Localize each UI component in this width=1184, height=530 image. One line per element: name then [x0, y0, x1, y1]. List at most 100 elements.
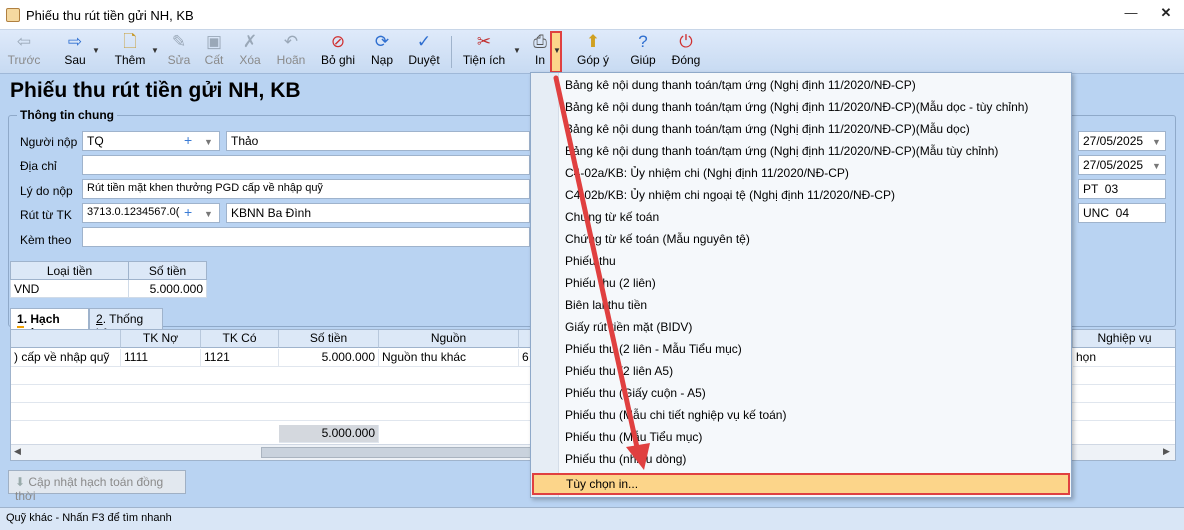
currency-cell[interactable]: VND	[10, 279, 129, 298]
unpost-icon: ⊘	[330, 32, 346, 51]
utilities-button[interactable]: ✂ Tiện ích	[461, 32, 507, 72]
next-button[interactable]: ⇨ Sau	[60, 32, 90, 72]
grid-cell-description[interactable]: ) cấp về nhập quỹ	[11, 349, 121, 367]
payer-label: Người nộp	[20, 135, 78, 149]
menu-item[interactable]: Bảng kê nội dung thanh toán/tạm ứng (Ngh…	[565, 118, 970, 140]
grid-cell-debit[interactable]: 1111	[121, 349, 201, 367]
save-button[interactable]: ▣ Cất	[201, 32, 227, 72]
down-arrow-icon: ⬇	[15, 475, 29, 489]
menu-item[interactable]: Phiếu thu (2 liên A5)	[565, 360, 673, 382]
delete-button[interactable]: ✗ Xóa	[236, 32, 264, 72]
add-button[interactable]: 🗋 Thêm	[113, 32, 147, 72]
close-button[interactable]: ⏻ Đóng	[668, 32, 704, 72]
menu-item[interactable]: Phiếu thu (Mẫu chi tiết nghiệp vụ kế toá…	[565, 404, 786, 426]
menu-item[interactable]: Phiếu thu (nhiều dòng)	[565, 448, 686, 470]
menu-item[interactable]: Chứng từ kế toán	[565, 206, 659, 228]
account-name-field[interactable]: KBNN Ba Đình	[226, 203, 530, 223]
next-dropdown-icon[interactable]: ▼	[92, 46, 100, 55]
window-title: Phiếu thu rút tiền gửi NH, KB	[26, 8, 194, 23]
grid-header-description	[11, 330, 121, 348]
grid-cell-credit[interactable]: 1121	[201, 349, 279, 367]
grid-header-credit: TK Có	[201, 330, 279, 348]
reference-number-field[interactable]: UNC 04	[1078, 203, 1166, 223]
grid-cell-operation[interactable]: họn	[1073, 349, 1175, 367]
undo-button[interactable]: ↶ Hoãn	[273, 32, 309, 72]
load-button[interactable]: ⟳ Nạp	[368, 32, 396, 72]
date2-dropdown-icon[interactable]: ▼	[1152, 161, 1161, 171]
grid-cell-amount[interactable]: 5.000.000	[279, 349, 379, 367]
help-icon: ?	[638, 32, 648, 51]
voucher-number-field[interactable]: PT 03	[1078, 179, 1166, 199]
payer-name-field[interactable]: Thảo	[226, 131, 530, 151]
title-bar: Phiếu thu rút tiền gửi NH, KB — ✕	[0, 0, 1184, 30]
add-dropdown-icon[interactable]: ▼	[151, 46, 159, 55]
status-bar: Quỹ khác - Nhấn F3 để tìm nhanh	[0, 507, 1184, 530]
save-icon: ▣	[205, 32, 223, 51]
payer-code-field[interactable]: TQ	[82, 131, 220, 151]
prev-button[interactable]: ⇦ Trước	[6, 32, 42, 72]
reason-field[interactable]: Rút tiền mặt khen thưởng PGD cấp về nhập…	[82, 179, 530, 199]
app-icon	[6, 8, 20, 22]
add-account-icon[interactable]: +	[184, 204, 192, 220]
payer-dropdown-icon[interactable]: ▼	[204, 137, 213, 147]
amount-cell[interactable]: 5.000.000	[128, 279, 207, 298]
edit-button[interactable]: ✎ Sửa	[166, 32, 192, 72]
attach-field[interactable]	[82, 227, 530, 247]
address-label: Địa chỉ	[20, 159, 57, 173]
approve-button[interactable]: ✓ Duyệt	[406, 32, 442, 72]
menu-item[interactable]: Bảng kê nội dung thanh toán/tạm ứng (Ngh…	[565, 96, 1028, 118]
print-dropdown-icon[interactable]: ▼	[553, 46, 561, 55]
menu-item[interactable]: Biên lai thu tiền	[565, 294, 647, 316]
grid-total-amount: 5.000.000	[279, 425, 379, 443]
utilities-dropdown-icon[interactable]: ▼	[513, 46, 521, 55]
menu-item[interactable]: Phiếu thu (2 liên - Mẫu Tiểu mục)	[565, 338, 742, 360]
help-button[interactable]: ? Giúp	[628, 32, 658, 72]
edit-icon: ✎	[171, 32, 187, 51]
scroll-right-icon[interactable]: ▶	[1163, 446, 1170, 457]
attach-label: Kèm theo	[20, 233, 72, 247]
menu-item[interactable]: Phiếu thu (Mẫu Tiểu mục)	[565, 426, 702, 448]
menu-item[interactable]: C4-02b/KB: Ủy nhiệm chi ngoại tệ (Nghị đ…	[565, 184, 895, 206]
address-field[interactable]	[82, 155, 530, 175]
account-dropdown-icon[interactable]: ▼	[204, 209, 213, 219]
grid-cell-source[interactable]: Nguồn thu khác	[379, 349, 519, 367]
unpost-button[interactable]: ⊘ Bỏ ghi	[318, 32, 358, 72]
toolbar: ⇦ Trước ⇨ Sau ▼ 🗋 Thêm ▼ ✎ Sửa ▣ Cất ✗ Xóa ↶ Ho…	[0, 30, 1184, 74]
scroll-left-icon[interactable]: ◀	[14, 446, 21, 457]
account-label: Rút từ TK	[20, 208, 72, 222]
toolbar-separator	[451, 36, 452, 68]
menu-item[interactable]: Bảng kê nội dung thanh toán/tạm ứng (Ngh…	[565, 140, 998, 162]
menu-item[interactable]: Giấy rút tiền mặt (BIDV)	[565, 316, 692, 338]
currency-type-header: Loại tiền	[10, 261, 129, 280]
menu-item-print-options[interactable]: Tùy chọn in...	[532, 473, 1070, 495]
menu-item[interactable]: Phiếu thu (2 liên)	[565, 272, 656, 294]
account-number-field[interactable]: 3713.0.1234567.0(	[82, 203, 220, 223]
menu-item[interactable]: Phiếu thu (Giấy cuộn - A5)	[565, 382, 706, 404]
menu-item[interactable]: Chứng từ kế toán (Mẫu nguyên tệ)	[565, 228, 750, 250]
grid-header-debit: TK Nợ	[121, 330, 201, 348]
close-window-button[interactable]: ✕	[1156, 5, 1176, 21]
currency-table: Loại tiền Số tiền VND 5.000.000	[10, 261, 207, 298]
feedback-button[interactable]: ⬆ Góp ý	[574, 32, 612, 72]
table-row[interactable]: VND 5.000.000	[10, 279, 207, 298]
tab-statistics[interactable]: 2. Thống kê	[89, 308, 163, 340]
arrow-left-icon: ⇦	[16, 32, 32, 51]
refresh-icon: ⟳	[374, 32, 390, 51]
scroll-thumb[interactable]	[261, 447, 541, 458]
feedback-icon: ⬆	[585, 32, 601, 51]
print-button[interactable]: ⎙ In	[530, 32, 550, 72]
menu-item[interactable]: Bảng kê nội dung thanh toán/tạm ứng (Ngh…	[565, 74, 916, 96]
grid-header-source: Nguồn	[379, 330, 519, 348]
group-label: Thông tin chung	[17, 108, 117, 122]
amount-header: Số tiền	[128, 261, 207, 280]
check-icon: ✓	[416, 32, 432, 51]
page-title: Phiếu thu rút tiền gửi NH, KB	[10, 79, 301, 102]
minimize-button[interactable]: —	[1121, 5, 1141, 20]
update-accounting-button[interactable]: ⬇ Cập nhật hạch toán đồng thời	[8, 470, 186, 503]
menu-item[interactable]: C4-02a/KB: Ủy nhiệm chi (Nghị định 11/20…	[565, 162, 849, 184]
add-payer-icon[interactable]: +	[184, 132, 192, 148]
tab-accounting[interactable]: 1. Hạch toán	[10, 308, 89, 340]
menu-item[interactable]: Phiếu thu	[565, 250, 616, 272]
date1-dropdown-icon[interactable]: ▼	[1152, 137, 1161, 147]
grid-header-amount: Số tiền	[279, 330, 379, 348]
